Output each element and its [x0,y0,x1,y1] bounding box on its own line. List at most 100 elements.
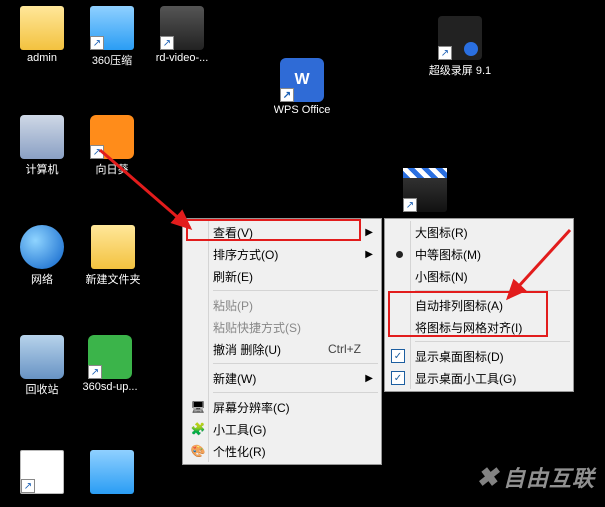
icon-label: 计算机 [26,161,59,177]
desktop-icon-network[interactable]: 网络 [12,225,72,287]
menu-label: 显示桌面小工具(G) [415,370,516,387]
menu-label: 粘贴(P) [213,297,253,314]
recycle-bin-icon [20,335,64,379]
menu-label: 中等图标(M) [415,246,481,263]
menu-item-sort[interactable]: 排序方式(O) ▶ [185,243,379,265]
360-icon: ↗ [88,335,132,379]
icon-label: 新建文件夹 [86,271,141,287]
desktop-icon-recorder[interactable]: ↗ 超级录屏 9.1 [420,16,500,78]
gadgets-icon: 🧩 [190,422,206,436]
network-icon [20,225,64,269]
desktop-icon-360zip[interactable]: ↗ 360压缩 [82,6,142,68]
radio-selected-icon [396,251,403,258]
shortcut-arrow-icon: ↗ [90,145,104,159]
desktop-icon-360sd[interactable]: ↗ 360sd-up... [80,335,140,393]
folder-icon [20,6,64,50]
shortcut-arrow-icon: ↗ [160,36,174,50]
icon-label: 超级录屏 9.1 [429,62,491,78]
menu-label: 小工具(G) [213,421,266,438]
menu-item-paste-shortcut: 粘贴快捷方式(S) [185,316,379,338]
menu-label: 将图标与网格对齐(I) [415,319,522,336]
menu-separator [415,341,570,342]
menu-separator [415,290,570,291]
desktop-icon-admin[interactable]: admin [12,6,72,64]
folder-icon [91,225,135,269]
shortcut-arrow-icon: ↗ [403,198,417,212]
shortcut-arrow-icon: ↗ [280,88,294,102]
menu-item-undo-delete[interactable]: 撤消 删除(U) Ctrl+Z [185,338,379,360]
submenu-item-auto-arrange[interactable]: 自动排列图标(A) [387,294,571,316]
desktop-icon-computer[interactable]: 计算机 [12,115,72,177]
submenu-item-show-desktop-icons[interactable]: ✓ 显示桌面图标(D) [387,345,571,367]
menu-item-screen-resolution[interactable]: 🖥 屏幕分辨率(C) [185,396,379,418]
shortcut-arrow-icon: ↗ [88,365,102,379]
icon-label: WPS Office [274,104,331,116]
desktop-icon-clapper[interactable]: ↗ [395,168,455,214]
menu-label: 显示桌面图标(D) [415,348,504,365]
menu-label: 粘贴快捷方式(S) [213,319,301,336]
personalize-icon: 🎨 [190,444,206,458]
submenu-arrow-icon: ▶ [365,249,373,260]
icon-label: 回收站 [26,381,59,397]
icon-label: 向日葵 [96,161,129,177]
desktop-icon-zip2[interactable] [82,450,142,496]
menu-item-new[interactable]: 新建(W) ▶ [185,367,379,389]
menu-label: 小图标(N) [415,268,468,285]
desktop-icon-doc[interactable]: ↗ [12,450,72,496]
menu-item-paste: 粘贴(P) [185,294,379,316]
menu-item-view[interactable]: 查看(V) ▶ [185,221,379,243]
menu-label: 刷新(E) [213,268,253,285]
menu-label: 撤消 删除(U) [213,341,281,358]
menu-separator [213,363,378,364]
menu-separator [213,290,378,291]
watermark-logo-icon: ✖ [476,462,499,493]
icon-label: 网络 [31,271,53,287]
watermark: ✖ 自由互联 [476,461,595,493]
submenu-item-show-gadgets[interactable]: ✓ 显示桌面小工具(G) [387,367,571,389]
checkbox-checked-icon: ✓ [391,371,405,385]
submenu-item-small-icons[interactable]: 小图标(N) [387,265,571,287]
watermark-text: 自由互联 [503,461,595,493]
menu-item-gadgets[interactable]: 🧩 小工具(G) [185,418,379,440]
menu-label: 大图标(R) [415,224,468,241]
menu-label: 新建(W) [213,370,256,387]
context-menu: 查看(V) ▶ 排序方式(O) ▶ 刷新(E) 粘贴(P) 粘贴快捷方式(S) … [182,218,382,465]
checkbox-checked-icon: ✓ [391,349,405,363]
menu-label: 排序方式(O) [213,246,278,263]
view-submenu: 大图标(R) 中等图标(M) 小图标(N) 自动排列图标(A) 将图标与网格对齐… [384,218,574,392]
menu-label: 屏幕分辨率(C) [213,399,290,416]
submenu-item-large-icons[interactable]: 大图标(R) [387,221,571,243]
submenu-arrow-icon: ▶ [365,373,373,384]
desktop-icon-recyclebin[interactable]: 回收站 [12,335,72,397]
desktop-icon-rd-video[interactable]: ↗ rd-video-... [152,6,212,64]
menu-label: 查看(V) [213,224,253,241]
computer-icon [20,115,64,159]
icon-label: 360压缩 [92,52,132,68]
icon-label: rd-video-... [156,52,209,64]
menu-label: 自动排列图标(A) [415,297,503,314]
shortcut-arrow-icon: ↗ [21,479,35,493]
video-icon: ↗ [160,6,204,50]
submenu-item-align-grid[interactable]: 将图标与网格对齐(I) [387,316,571,338]
document-icon: ↗ [20,450,64,494]
menu-label: 个性化(R) [213,443,266,460]
desktop-icon-sunflower[interactable]: ↗ 向日葵 [82,115,142,177]
wps-icon: W↗ [280,58,324,102]
menu-item-personalize[interactable]: 🎨 个性化(R) [185,440,379,462]
sunflower-icon: ↗ [90,115,134,159]
desktop-icon-wps[interactable]: W↗ WPS Office [272,58,332,116]
icon-label: admin [27,52,57,64]
menu-separator [213,392,378,393]
zip-icon: ↗ [90,6,134,50]
desktop-icon-newfolder[interactable]: 新建文件夹 [78,225,148,287]
zip-icon [90,450,134,494]
monitor-icon: 🖥 [190,400,206,414]
clapperboard-icon: ↗ [403,168,447,212]
recorder-icon: ↗ [438,16,482,60]
menu-shortcut: Ctrl+Z [328,342,361,356]
submenu-item-medium-icons[interactable]: 中等图标(M) [387,243,571,265]
shortcut-arrow-icon: ↗ [90,36,104,50]
icon-label: 360sd-up... [82,381,137,393]
shortcut-arrow-icon: ↗ [438,46,452,60]
menu-item-refresh[interactable]: 刷新(E) [185,265,379,287]
